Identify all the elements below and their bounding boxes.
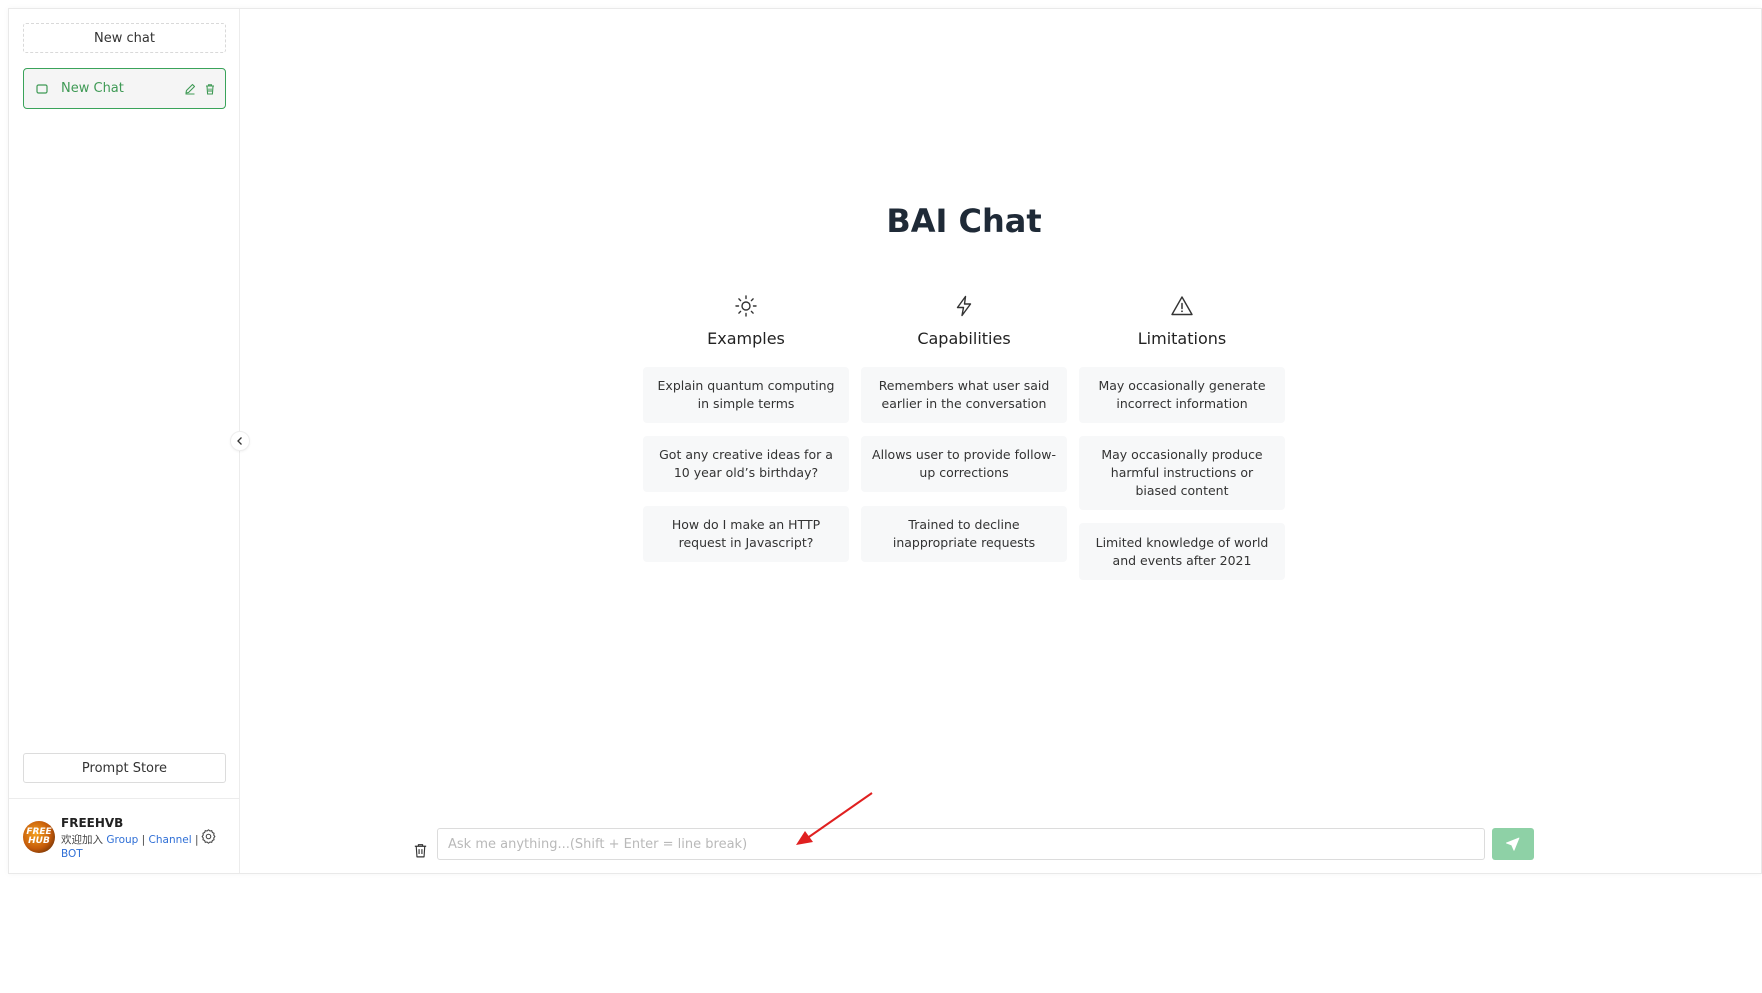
separator: | [141, 834, 146, 846]
delete-icon[interactable] [203, 82, 217, 96]
limitation-card: Limited knowledge of world and events af… [1079, 523, 1285, 580]
user-welcome: 欢迎加入 Group | Channel | BOT [61, 833, 201, 861]
limitations-column: Limitations [1079, 294, 1285, 348]
collapse-sidebar-button[interactable] [230, 431, 250, 451]
new-chat-button[interactable]: New chat [23, 23, 226, 53]
message-icon [35, 82, 49, 96]
column-title: Capabilities [917, 329, 1011, 348]
settings-icon[interactable] [200, 828, 217, 845]
capabilities-column: Capabilities [861, 294, 1067, 348]
capability-card: Allows user to provide follow-up correct… [861, 436, 1067, 492]
bot-link[interactable]: BOT [61, 848, 83, 860]
page-title: BAI Chat [886, 202, 1042, 240]
annotation-arrow [796, 792, 873, 845]
prompt-store-button[interactable]: Prompt Store [23, 753, 226, 783]
chat-input[interactable] [437, 828, 1485, 860]
edit-icon[interactable] [183, 82, 197, 96]
user-panel: FREE HUB FREEHVB 欢迎加入 Group | Channel | … [9, 798, 239, 874]
examples-column: Examples [643, 294, 849, 348]
limitation-card: May occasionally produce harmful instruc… [1079, 436, 1285, 510]
chevron-left-icon [237, 437, 242, 445]
limitation-card: May occasionally generate incorrect info… [1079, 367, 1285, 423]
avatar-text: FREE HUB [26, 827, 52, 846]
chat-item-label: New Chat [61, 81, 124, 96]
capability-card: Remembers what user said earlier in the … [861, 367, 1067, 423]
capability-card: Trained to decline inappropriate request… [861, 506, 1067, 562]
column-title: Examples [707, 329, 785, 348]
send-button[interactable] [1492, 828, 1534, 860]
user-name: FREEHVB [61, 816, 124, 830]
chat-list-item[interactable]: New Chat [23, 68, 226, 109]
example-card[interactable]: How do I make an HTTP request in Javascr… [643, 506, 849, 562]
separator: | [195, 834, 199, 846]
sun-icon [643, 294, 849, 318]
send-icon [1505, 837, 1520, 851]
app-window: New chat New Chat Prompt Store FREE HUB … [8, 8, 1762, 874]
group-link[interactable]: Group [106, 834, 138, 846]
column-title: Limitations [1137, 329, 1227, 348]
example-card[interactable]: Got any creative ideas for a 10 year old… [643, 436, 849, 492]
example-card[interactable]: Explain quantum computing in simple term… [643, 367, 849, 423]
channel-link[interactable]: Channel [149, 834, 192, 846]
warning-icon [1079, 294, 1285, 318]
sidebar: New chat New Chat Prompt Store FREE HUB … [9, 9, 240, 873]
avatar: FREE HUB [23, 821, 55, 853]
welcome-text: 欢迎加入 [61, 834, 103, 846]
trash-icon [414, 843, 426, 857]
clear-chat-button[interactable] [405, 835, 435, 865]
lightning-icon [861, 294, 1067, 318]
